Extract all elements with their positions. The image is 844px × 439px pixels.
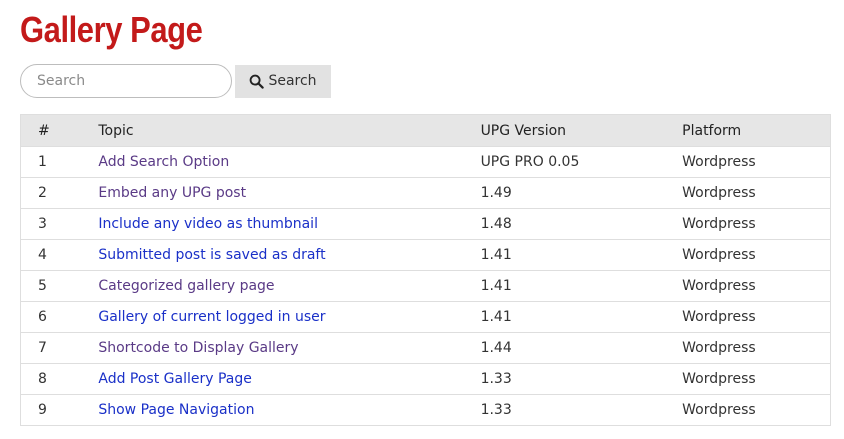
gallery-table: # Topic UPG Version Platform 1 Add Search… [20,114,832,426]
row-number: 4 [20,239,99,271]
search-form: Search [20,64,331,98]
row-topic-cell: Include any video as thumbnail [98,208,481,240]
header-topic: Topic [98,114,481,147]
header-upg-version: UPG Version [480,114,683,147]
row-topic-cell: Gallery of current logged in user [98,301,481,333]
row-number: 2 [20,177,99,209]
row-topic-cell: Embed any UPG post [98,177,481,209]
table-row: 1 Add Search Option UPG PRO 0.05 Wordpress [20,146,832,178]
row-platform: Wordpress [682,394,832,426]
table-row: 4 Submitted post is saved as draft 1.41 Wor… [20,239,832,271]
row-platform: Wordpress [682,177,832,209]
row-upg-version: 1.33 [480,363,683,395]
search-button-label: Search [268,73,317,89]
table-row: 6 Gallery of current logged in user 1.41 Wo… [20,301,832,333]
topic-link[interactable]: Add Post Gallery Page [98,371,252,387]
table-row: 9 Show Page Navigation 1.33 Wordpress [20,394,832,426]
row-platform: Wordpress [682,301,832,333]
table-body: 1 Add Search Option UPG PRO 0.05 Wordpress 2… [20,146,832,426]
row-upg-version: 1.41 [480,301,683,333]
row-number: 3 [20,208,99,240]
row-upg-version: 1.48 [480,208,683,240]
search-input[interactable] [20,64,232,98]
table-row: 7 Shortcode to Display Gallery 1.44 Wordpre… [20,332,832,364]
row-upg-version: UPG PRO 0.05 [480,146,683,178]
header-platform: Platform [682,114,832,147]
topic-link[interactable]: Submitted post is saved as draft [98,247,325,263]
row-upg-version: 1.41 [480,239,683,271]
table-row: 5 Categorized gallery page 1.41 Wordpress [20,270,832,302]
row-platform: Wordpress [682,363,832,395]
row-number: 5 [20,270,99,302]
row-topic-cell: Add Post Gallery Page [98,363,481,395]
topic-link[interactable]: Add Search Option [98,154,229,170]
row-topic-cell: Add Search Option [98,146,481,178]
row-upg-version: 1.41 [480,270,683,302]
topic-link[interactable]: Show Page Navigation [98,402,254,418]
page-title: Gallery Page [20,9,203,50]
row-topic-cell: Submitted post is saved as draft [98,239,481,271]
topic-link[interactable]: Categorized gallery page [98,278,274,294]
row-topic-cell: Shortcode to Display Gallery [98,332,481,364]
row-upg-version: 1.44 [480,332,683,364]
table-row: 3 Include any video as thumbnail 1.48 Wordp… [20,208,832,240]
topic-link[interactable]: Embed any UPG post [98,185,246,201]
row-platform: Wordpress [682,332,832,364]
row-upg-version: 1.33 [480,394,683,426]
topic-link[interactable]: Include any video as thumbnail [98,216,318,232]
row-topic-cell: Show Page Navigation [98,394,481,426]
header-number: # [20,114,99,147]
row-topic-cell: Categorized gallery page [98,270,481,302]
table-header-row: # Topic UPG Version Platform [20,114,832,147]
row-number: 9 [20,394,99,426]
row-number: 1 [20,146,99,178]
row-upg-version: 1.49 [480,177,683,209]
row-platform: Wordpress [682,239,832,271]
topic-link[interactable]: Shortcode to Display Gallery [98,340,298,356]
row-number: 6 [20,301,99,333]
search-button[interactable]: Search [235,64,331,98]
row-number: 8 [20,363,99,395]
row-platform: Wordpress [682,270,832,302]
row-platform: Wordpress [682,146,832,178]
row-platform: Wordpress [682,208,832,240]
row-number: 7 [20,332,99,364]
search-icon [249,74,265,89]
table-row: 8 Add Post Gallery Page 1.33 Wordpress [20,363,832,395]
table-row: 2 Embed any UPG post 1.49 Wordpress [20,177,832,209]
topic-link[interactable]: Gallery of current logged in user [98,309,325,325]
